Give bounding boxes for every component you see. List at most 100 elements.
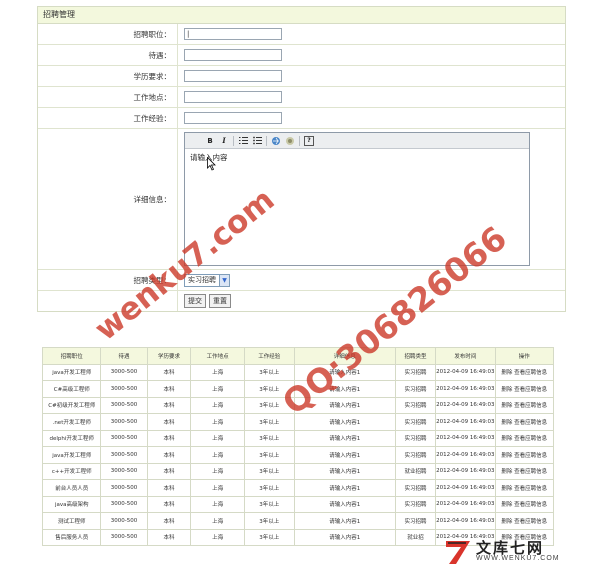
- cell-date: 2012-04-09 16:49:03: [435, 380, 496, 398]
- unordered-list-icon[interactable]: [252, 136, 262, 146]
- salary-label: 待遇：: [38, 45, 178, 65]
- cell-type: 实习招聘: [394, 413, 437, 431]
- position-row: 招聘职位： |: [38, 24, 565, 45]
- editor-content[interactable]: 请输入内容: [185, 149, 529, 166]
- panel-title: 招聘管理: [38, 7, 565, 24]
- help-button[interactable]: ?: [304, 135, 314, 146]
- logo-seven-icon: [446, 541, 470, 564]
- reset-button[interactable]: 重置: [209, 294, 231, 308]
- cell-education: 本科: [146, 413, 192, 431]
- salary-input[interactable]: [184, 49, 282, 61]
- cell-education: 本科: [146, 396, 192, 414]
- recruitment-panel: 招聘管理 招聘职位： | 待遇： 学历要求： 工作地点： 工作经验： 详细信息：…: [37, 6, 566, 312]
- rich-text-editor[interactable]: B I ? 请输入内容: [184, 132, 530, 266]
- cell-detail: 请输入内容1: [293, 462, 397, 480]
- table-row: C#高级工程师 3000-500 本科 上海 3年以上 请输入内容1 实习招聘 2012-04…: [41, 380, 555, 398]
- cell-education: 本科: [146, 512, 192, 530]
- cell-type: 实习招聘: [394, 380, 437, 398]
- cell-experience: 3年以上: [243, 512, 295, 530]
- cell-date: 2012-04-09 16:49:03: [435, 512, 496, 530]
- cell-experience: 3年以上: [243, 479, 295, 497]
- cell-detail: 请输入内容1: [293, 528, 397, 546]
- location-input[interactable]: [184, 91, 282, 103]
- bold-button[interactable]: B: [205, 136, 215, 146]
- insert-image-icon[interactable]: [285, 136, 295, 146]
- cell-education: 本科: [146, 462, 192, 480]
- col-position: 招聘职位: [41, 347, 102, 365]
- table-row: C#初级开发工程师 3000-500 本科 上海 3年以上 请输入内容1 实习招聘 2012-…: [41, 396, 555, 414]
- col-experience: 工作经验: [243, 347, 295, 365]
- cell-actions[interactable]: 删除 查看应聘信息: [494, 446, 555, 464]
- table-row: java开发工程师 3000-500 本科 上海 3年以上 请输入内容1 实习招聘 2012-…: [41, 363, 555, 381]
- cell-actions[interactable]: 删除 查看应聘信息: [494, 380, 555, 398]
- cell-date: 2012-04-09 16:49:03: [435, 363, 496, 381]
- cell-salary: 3000-500: [100, 479, 148, 497]
- submit-button[interactable]: 提交: [184, 294, 206, 308]
- chevron-down-icon[interactable]: ▼: [219, 274, 229, 286]
- col-salary: 待遇: [100, 347, 148, 365]
- cell-type: 实习招聘: [394, 495, 437, 513]
- cell-type: 实习招聘: [394, 446, 437, 464]
- ordered-list-icon[interactable]: [238, 136, 248, 146]
- insert-link-icon[interactable]: [271, 136, 281, 146]
- cell-position: .net开发工程师: [41, 413, 102, 431]
- cell-salary: 3000-500: [100, 512, 148, 530]
- cell-actions[interactable]: 删除 查看应聘信息: [494, 363, 555, 381]
- cell-experience: 3年以上: [243, 495, 295, 513]
- cell-date: 2012-04-09 16:49:03: [435, 462, 496, 480]
- experience-label: 工作经验：: [38, 108, 178, 128]
- cell-actions[interactable]: 删除 查看应聘信息: [494, 495, 555, 513]
- editor-toolbar: B I ?: [185, 133, 529, 149]
- cell-position: 前台人员人员: [41, 479, 102, 497]
- type-row: 招聘类型： 实习招聘 ▼: [38, 270, 565, 291]
- cell-actions[interactable]: 删除 查看应聘信息: [494, 429, 555, 447]
- cell-type: 实习招聘: [394, 429, 437, 447]
- cell-education: 本科: [146, 429, 192, 447]
- table-row: java高级架构 3000-500 本科 上海 3年以上 请输入内容1 实习招聘 2012-0…: [41, 495, 555, 513]
- cell-position: java高级架构: [41, 495, 102, 513]
- cell-detail: 请输入内容1: [293, 479, 397, 497]
- cell-location: 上海: [190, 363, 245, 381]
- position-input[interactable]: |: [184, 28, 282, 40]
- cell-experience: 3年以上: [243, 429, 295, 447]
- italic-button[interactable]: I: [219, 136, 229, 146]
- cell-actions[interactable]: 删除 查看应聘信息: [494, 462, 555, 480]
- cell-detail: 请输入内容1: [293, 396, 397, 414]
- table-header-row: 招聘职位 待遇 学历要求 工作地点 工作经验 详细信息 招聘类型 发布时间 操作: [41, 347, 555, 365]
- cell-salary: 3000-500: [100, 462, 148, 480]
- cell-date: 2012-04-09 16:49:03: [435, 495, 496, 513]
- cell-actions[interactable]: 删除 查看应聘信息: [494, 512, 555, 530]
- cell-salary: 3000-500: [100, 429, 148, 447]
- cell-date: 2012-04-09 16:49:03: [435, 413, 496, 431]
- col-actions: 操作: [494, 347, 555, 365]
- cell-experience: 3年以上: [243, 413, 295, 431]
- type-select[interactable]: 实习招聘 ▼: [184, 273, 230, 287]
- cell-experience: 3年以上: [243, 446, 295, 464]
- cell-actions[interactable]: 删除 查看应聘信息: [494, 396, 555, 414]
- cell-salary: 3000-500: [100, 446, 148, 464]
- experience-row: 工作经验：: [38, 108, 565, 129]
- cell-salary: 3000-500: [100, 495, 148, 513]
- experience-input[interactable]: [184, 112, 282, 124]
- mouse-cursor-icon: [207, 157, 216, 171]
- cell-experience: 3年以上: [243, 462, 295, 480]
- footer-logo: 文库七网 WWW.WENKU7.COM: [444, 537, 592, 565]
- education-input[interactable]: [184, 70, 282, 82]
- cell-location: 上海: [190, 396, 245, 414]
- col-location: 工作地点: [190, 347, 245, 365]
- cell-actions[interactable]: 删除 查看应聘信息: [494, 413, 555, 431]
- cell-position: 测试工程师: [41, 512, 102, 530]
- logo-url-text: WWW.WENKU7.COM: [476, 555, 560, 562]
- cell-type: 就业招聘: [394, 462, 437, 480]
- cell-experience: 3年以上: [243, 363, 295, 381]
- cell-actions[interactable]: 删除 查看应聘信息: [494, 479, 555, 497]
- position-label: 招聘职位：: [38, 24, 178, 44]
- cell-type: 实习招聘: [394, 479, 437, 497]
- cell-position: C#高级工程师: [41, 380, 102, 398]
- cell-location: 上海: [190, 512, 245, 530]
- cell-location: 上海: [190, 528, 245, 546]
- cell-position: c++开发工程师: [41, 462, 102, 480]
- cell-education: 本科: [146, 479, 192, 497]
- cell-location: 上海: [190, 413, 245, 431]
- cell-detail: 请输入内容1: [293, 512, 397, 530]
